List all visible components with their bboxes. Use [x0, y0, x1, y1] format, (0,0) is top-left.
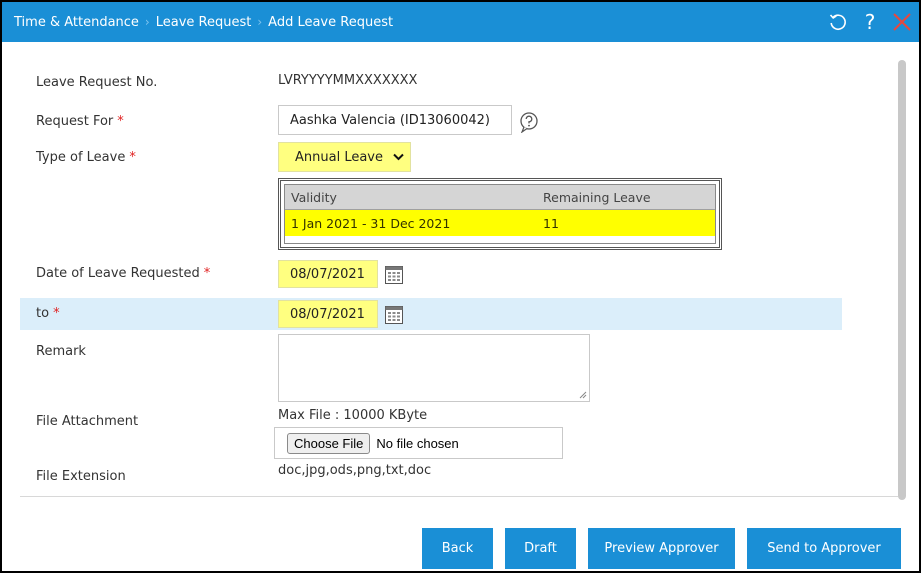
vertical-scrollbar[interactable]: [898, 60, 906, 500]
leave-type-select[interactable]: Annual Leave: [278, 142, 411, 172]
remaining-leave-cell: 11: [543, 215, 559, 231]
table-header: Validity Remaining Leave: [285, 185, 715, 210]
refresh-icon[interactable]: [827, 11, 849, 33]
request-for-field[interactable]: Aashka Valencia (ID13060042): [278, 105, 512, 135]
close-icon[interactable]: [891, 11, 913, 33]
column-header-validity: Validity: [291, 189, 337, 205]
remark-label: Remark: [36, 344, 86, 359]
choose-file-button[interactable]: Choose File: [287, 432, 371, 454]
extension-value: doc,jpg,ods,png,txt,doc: [278, 463, 432, 478]
request-for-value: Aashka Valencia (ID13060042): [290, 112, 490, 128]
column-header-remaining-leave: Remaining Leave: [543, 189, 651, 205]
breadcrumb-separator: ›: [257, 15, 263, 29]
table-row[interactable]: 1 Jan 2021 - 31 Dec 2021 11: [285, 210, 715, 236]
help-icon[interactable]: ?: [859, 11, 881, 33]
title-bar: Time & Attendance › Leave Request › Add …: [2, 2, 919, 42]
date-from-label: Date of Leave Requested *: [36, 266, 211, 281]
preview-approver-button[interactable]: Preview Approver: [588, 528, 735, 569]
calendar-icon[interactable]: [384, 263, 404, 285]
date-to-value: 08/07/2021: [290, 306, 365, 322]
date-from-input[interactable]: 08/07/2021: [278, 260, 378, 288]
validity-cell: 1 Jan 2021 - 31 Dec 2021: [291, 215, 451, 231]
extension-label: File Extension: [36, 469, 126, 484]
max-file-size: Max File : 10000 KByte: [278, 408, 428, 423]
date-to-label: to *: [36, 306, 60, 321]
employee-lookup-icon[interactable]: [518, 111, 540, 134]
divider: [20, 496, 898, 497]
date-from-value: 08/07/2021: [290, 266, 365, 282]
date-to-row: [20, 298, 842, 330]
date-to-input[interactable]: 08/07/2021: [278, 300, 378, 328]
send-to-approver-button[interactable]: Send to Approver: [747, 528, 901, 569]
form-content: Leave Request No. LVRYYYYMMXXXXXXX Reque…: [2, 42, 919, 571]
required-mark: *: [203, 266, 211, 281]
leave-type-value: Annual Leave: [295, 149, 383, 165]
required-mark: *: [117, 114, 124, 129]
breadcrumb-item-leave-request[interactable]: Leave Request: [156, 15, 252, 30]
app-window: Time & Attendance › Leave Request › Add …: [0, 0, 921, 573]
calendar-icon[interactable]: [384, 303, 404, 325]
breadcrumb: Time & Attendance › Leave Request › Add …: [14, 2, 393, 42]
request-for-label: Request For *: [36, 114, 124, 129]
breadcrumb-item-add-leave-request: Add Leave Request: [268, 14, 394, 30]
request-no-value: LVRYYYYMMXXXXXXX: [278, 73, 418, 88]
file-status: No file chosen: [376, 435, 459, 451]
chevron-down-icon: [393, 150, 404, 165]
attachment-label: File Attachment: [36, 414, 139, 429]
required-mark: *: [53, 306, 60, 321]
breadcrumb-item-time-attendance[interactable]: Time & Attendance: [14, 15, 139, 30]
request-no-label: Leave Request No.: [36, 75, 158, 90]
file-input[interactable]: Choose File No file chosen: [274, 427, 563, 459]
breadcrumb-separator: ›: [144, 15, 150, 29]
resize-grip-icon[interactable]: [579, 391, 587, 399]
leave-balance-table: Validity Remaining Leave 1 Jan 2021 - 31…: [278, 178, 722, 250]
leave-type-label: Type of Leave *: [36, 150, 136, 165]
back-button[interactable]: Back: [422, 528, 493, 569]
draft-button[interactable]: Draft: [505, 528, 576, 569]
required-mark: *: [129, 150, 136, 165]
title-bar-actions: ?: [827, 2, 913, 42]
remark-textarea[interactable]: [278, 334, 590, 402]
